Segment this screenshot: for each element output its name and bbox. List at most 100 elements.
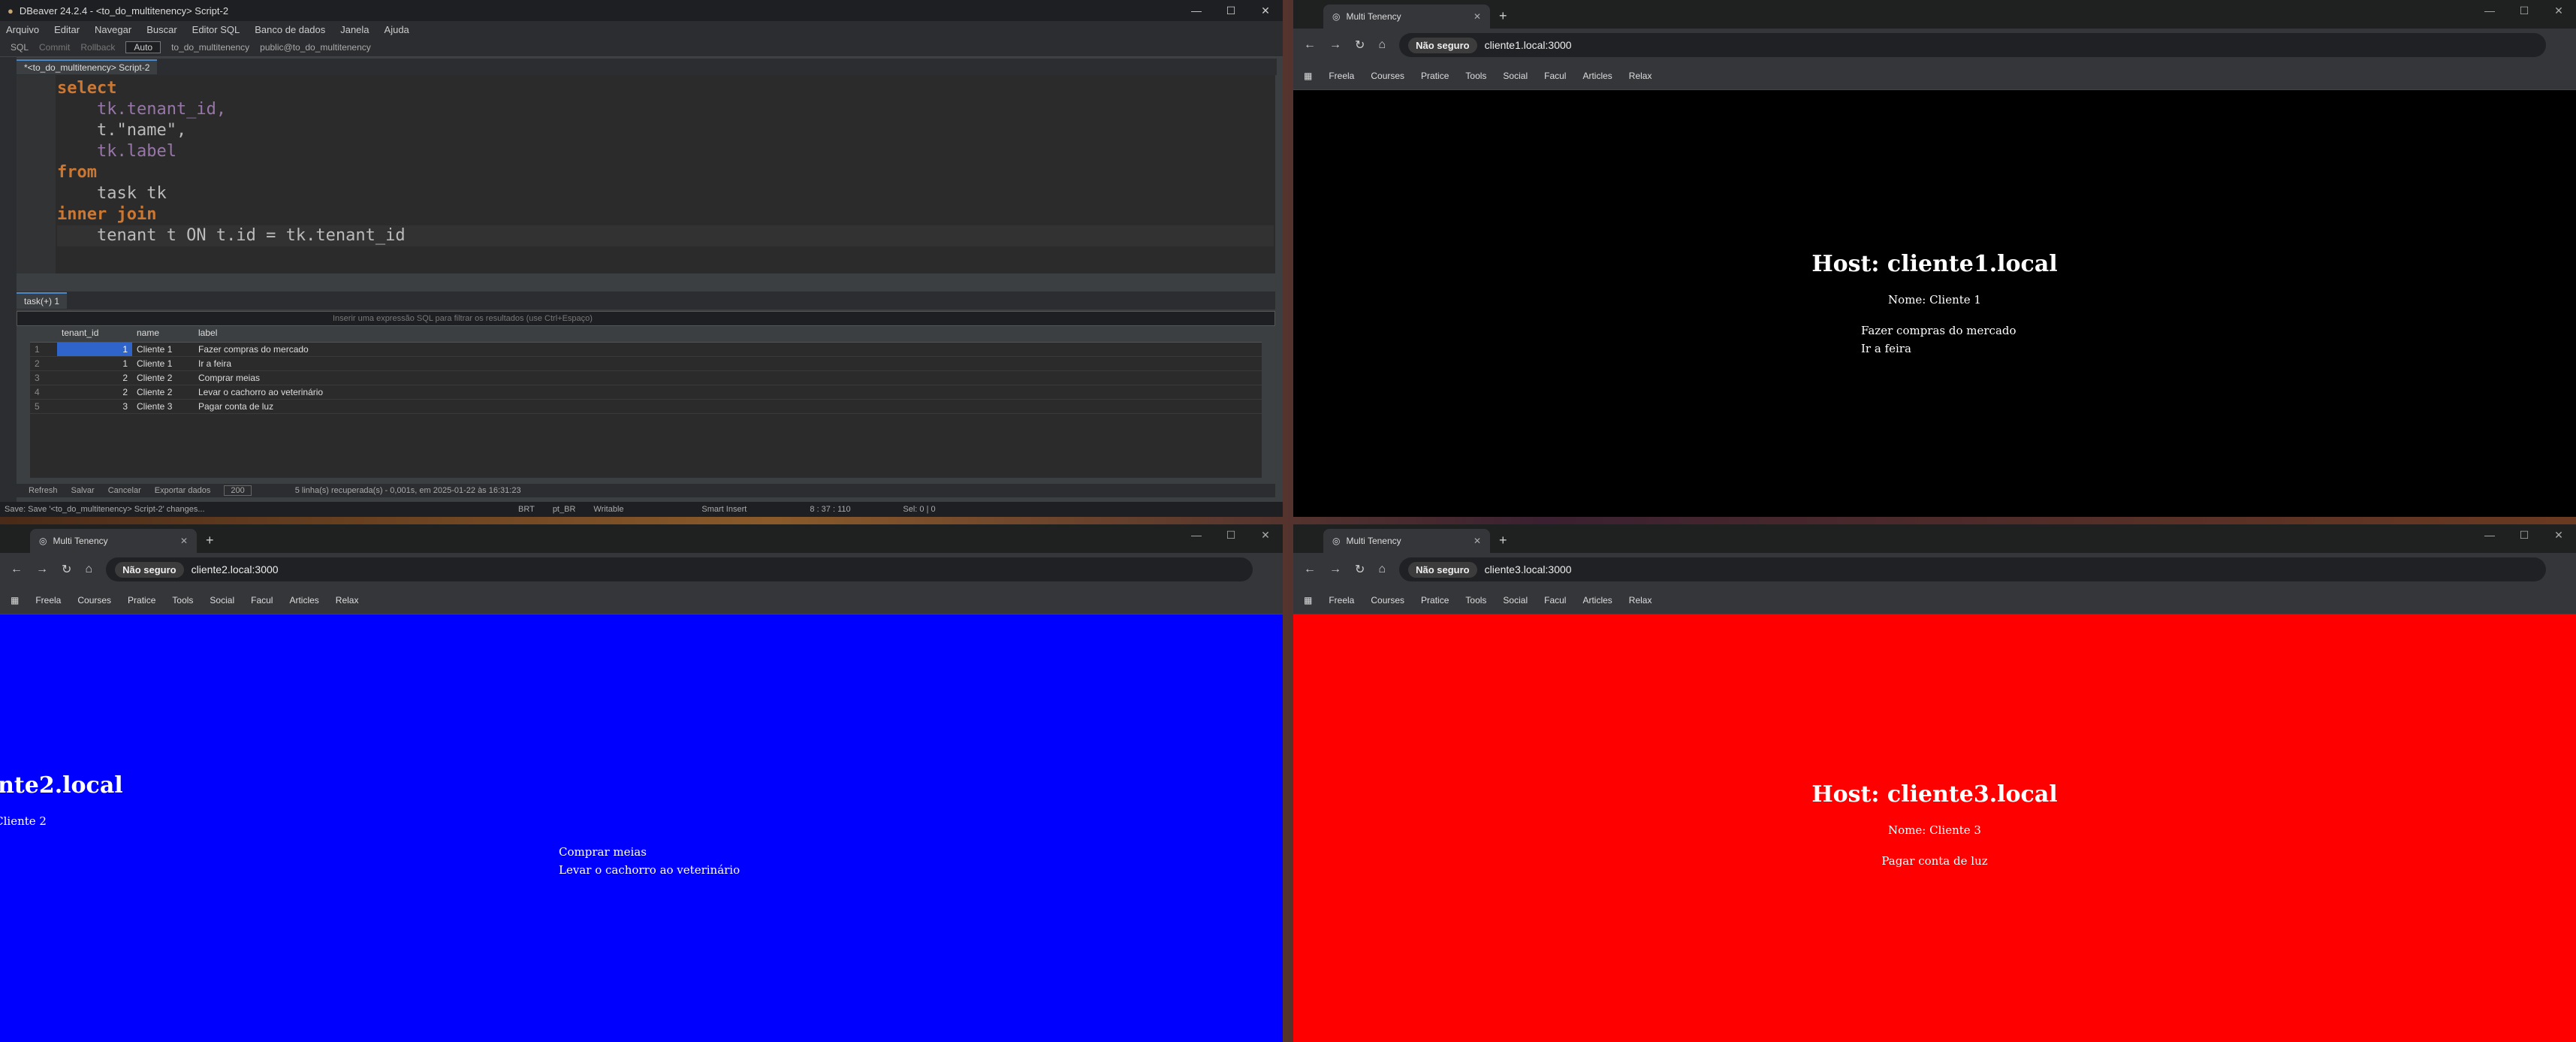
bookmark-folder[interactable]: Articles: [1582, 71, 1612, 81]
back-icon[interactable]: ←: [1304, 563, 1316, 576]
minimize-button[interactable]: —: [2472, 529, 2507, 542]
bookmark-folder[interactable]: Social: [1503, 71, 1528, 81]
table-row[interactable]: 4 2 Cliente 2 Levar o cachorro ao veteri…: [30, 385, 1262, 400]
menu-editor-sql[interactable]: Editor SQL: [192, 24, 240, 35]
bookmark-folder[interactable]: Freela: [1329, 595, 1354, 606]
apps-icon[interactable]: ▦: [1304, 71, 1312, 81]
cell-label[interactable]: Fazer compras do mercado: [194, 343, 329, 356]
bookmark-folder[interactable]: Social: [1503, 595, 1528, 606]
menu-buscar[interactable]: Buscar: [146, 24, 176, 35]
bookmark-folder[interactable]: Articles: [1582, 595, 1612, 606]
close-tab-icon[interactable]: ✕: [1474, 536, 1481, 546]
close-button[interactable]: ✕: [2541, 529, 2576, 542]
url-text[interactable]: cliente2.local:3000: [192, 563, 279, 575]
save-button[interactable]: Salvar: [71, 486, 95, 495]
bookmark-folder[interactable]: Courses: [1371, 71, 1404, 81]
results-filter-input[interactable]: Inserir uma expressão SQL para filtrar o…: [17, 311, 1275, 326]
home-icon[interactable]: ⌂: [1378, 563, 1386, 576]
browser-tab[interactable]: ◎ Multi Tenency ✕: [30, 529, 197, 553]
cell-tenant-id[interactable]: 2: [57, 385, 132, 399]
bookmark-folder[interactable]: Pratice: [128, 595, 155, 606]
export-data-button[interactable]: Exportar dados: [155, 486, 211, 495]
column-header-name[interactable]: name: [132, 328, 194, 342]
forward-icon[interactable]: →: [36, 563, 48, 576]
cell-tenant-id[interactable]: 1: [57, 343, 132, 356]
bookmark-folder[interactable]: Freela: [35, 595, 61, 606]
address-bar[interactable]: Não seguro cliente3.local:3000: [1399, 557, 2546, 581]
cell-name[interactable]: Cliente 1: [132, 343, 194, 356]
close-button[interactable]: ✕: [1248, 5, 1283, 17]
minimize-button[interactable]: —: [2472, 5, 2507, 17]
cell-tenant-id[interactable]: 1: [57, 357, 132, 370]
menu-editar[interactable]: Editar: [54, 24, 80, 35]
close-tab-icon[interactable]: ✕: [1474, 11, 1481, 22]
menu-arquivo[interactable]: Arquivo: [6, 24, 39, 35]
fetch-limit-input[interactable]: 200: [224, 485, 252, 496]
close-button[interactable]: ✕: [1248, 529, 1283, 542]
bookmark-folder[interactable]: Courses: [1371, 595, 1404, 606]
maximize-button[interactable]: ☐: [1214, 529, 1248, 542]
cell-tenant-id[interactable]: 2: [57, 371, 132, 385]
bookmark-folder[interactable]: Tools: [172, 595, 193, 606]
sql-button[interactable]: SQL: [11, 42, 29, 53]
menu-navegar[interactable]: Navegar: [95, 24, 131, 35]
reload-icon[interactable]: ↻: [62, 562, 71, 577]
bookmark-folder[interactable]: Facul: [251, 595, 273, 606]
not-secure-badge[interactable]: Não seguro: [115, 561, 184, 578]
cell-label[interactable]: Levar o cachorro ao veterinário: [194, 385, 329, 399]
bookmark-folder[interactable]: Facul: [1544, 71, 1566, 81]
tab-results-task[interactable]: task(+) 1: [17, 292, 68, 309]
cell-name[interactable]: Cliente 1: [132, 357, 194, 370]
bookmark-folder[interactable]: Tools: [1465, 71, 1486, 81]
column-header-label[interactable]: label: [194, 328, 329, 342]
transaction-mode-select[interactable]: Auto: [125, 41, 161, 53]
url-text[interactable]: cliente3.local:3000: [1485, 563, 1572, 575]
maximize-button[interactable]: ☐: [2507, 5, 2541, 17]
reload-icon[interactable]: ↻: [1355, 562, 1365, 577]
cell-name[interactable]: Cliente 3: [132, 400, 194, 413]
cell-tenant-id[interactable]: 3: [57, 400, 132, 413]
menu-banco-de-dados[interactable]: Banco de dados: [255, 24, 325, 35]
bookmark-folder[interactable]: Tools: [1465, 595, 1486, 606]
schema-select[interactable]: public@to_do_multitenency: [260, 42, 371, 53]
cancel-button[interactable]: Cancelar: [108, 486, 141, 495]
apps-icon[interactable]: ▦: [1304, 595, 1312, 606]
not-secure-badge[interactable]: Não seguro: [1408, 37, 1477, 53]
bookmark-folder[interactable]: Relax: [1629, 71, 1652, 81]
url-text[interactable]: cliente1.local:3000: [1485, 39, 1572, 51]
minimize-button[interactable]: —: [1179, 5, 1214, 17]
tab-script-2[interactable]: *<to_do_multitenency> Script-2: [17, 59, 158, 74]
bookmark-folder[interactable]: Relax: [336, 595, 359, 606]
apps-icon[interactable]: ▦: [11, 595, 19, 606]
table-row[interactable]: 3 2 Cliente 2 Comprar meias: [30, 371, 1262, 385]
browser-tab[interactable]: ◎ Multi Tenency ✕: [1323, 5, 1490, 29]
table-row[interactable]: 5 3 Cliente 3 Pagar conta de luz: [30, 400, 1262, 414]
menu-ajuda[interactable]: Ajuda: [385, 24, 409, 35]
not-secure-badge[interactable]: Não seguro: [1408, 561, 1477, 578]
menu-janela[interactable]: Janela: [340, 24, 369, 35]
bookmark-folder[interactable]: Pratice: [1421, 71, 1449, 81]
maximize-button[interactable]: ☐: [1214, 5, 1248, 17]
column-header-tenant-id[interactable]: tenant_id: [57, 328, 132, 342]
bookmark-folder[interactable]: Facul: [1544, 595, 1566, 606]
rollback-button[interactable]: Rollback: [80, 42, 115, 53]
close-button[interactable]: ✕: [2541, 5, 2576, 17]
sql-editor[interactable]: select tk.tenant_id, t."name", tk.label …: [17, 75, 1275, 273]
home-icon[interactable]: ⌂: [1378, 38, 1386, 52]
back-icon[interactable]: ←: [1304, 38, 1316, 52]
bookmark-folder[interactable]: Freela: [1329, 71, 1354, 81]
home-icon[interactable]: ⌂: [85, 563, 92, 576]
maximize-button[interactable]: ☐: [2507, 529, 2541, 542]
new-tab-button[interactable]: +: [1499, 8, 1507, 24]
commit-button[interactable]: Commit: [39, 42, 70, 53]
bookmark-folder[interactable]: Relax: [1629, 595, 1652, 606]
address-bar[interactable]: Não seguro cliente1.local:3000: [1399, 33, 2546, 57]
table-row[interactable]: 2 1 Cliente 1 Ir a feira: [30, 357, 1262, 371]
refresh-button[interactable]: Refresh: [29, 486, 58, 495]
cell-label[interactable]: Pagar conta de luz: [194, 400, 329, 413]
datasource-select[interactable]: to_do_multitenency: [171, 42, 249, 53]
reload-icon[interactable]: ↻: [1355, 38, 1365, 53]
new-tab-button[interactable]: +: [206, 533, 214, 548]
back-icon[interactable]: ←: [11, 563, 23, 576]
bookmark-folder[interactable]: Pratice: [1421, 595, 1449, 606]
